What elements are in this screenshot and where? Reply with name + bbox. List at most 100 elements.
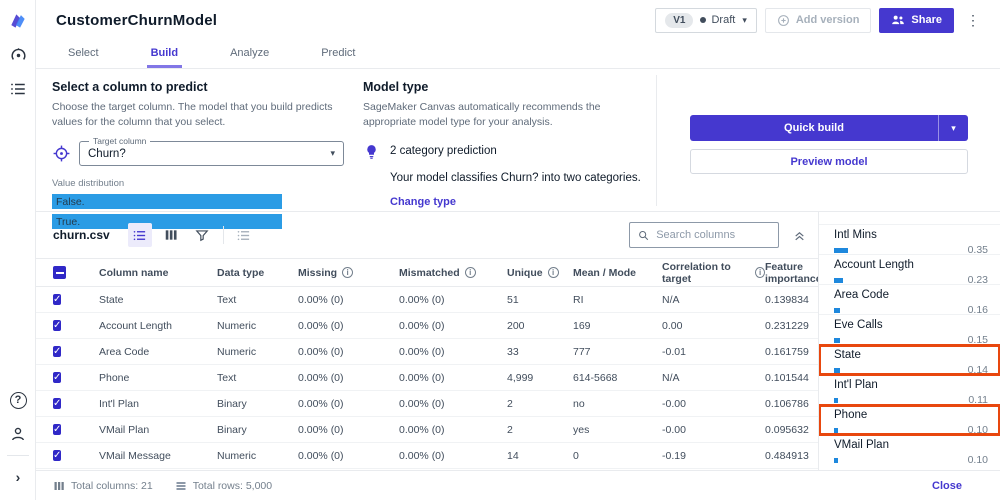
info-icon[interactable]: i	[342, 267, 354, 278]
info-icon[interactable]: i	[755, 267, 765, 278]
col-header-mismatched[interactable]: Mismatched i	[399, 267, 507, 279]
row-checkbox[interactable]: ✓	[53, 450, 62, 461]
select-all-checkbox[interactable]	[53, 266, 66, 279]
col-header-missing[interactable]: Missing i	[298, 267, 399, 279]
col-header-type[interactable]: Data type	[217, 267, 298, 279]
table-row[interactable]: ✓ Phone Text 0.00% (0) 0.00% (0) 4,999 614-566…	[36, 365, 818, 391]
target-crosshair-icon	[53, 146, 70, 162]
importance-value: 0.14	[967, 364, 988, 376]
importance-item[interactable]: Intl Mins 0.35	[819, 225, 1000, 256]
close-link[interactable]: Close	[932, 480, 962, 492]
cell-missing: 0.00% (0)	[298, 423, 344, 436]
search-icon	[639, 230, 649, 240]
cell-mean-mode: RI	[573, 293, 584, 306]
page-title: CustomerChurnModel	[56, 11, 218, 29]
target-panel-title: Select a column to predict	[52, 80, 208, 94]
col-header-importance[interactable]: Feature importance	[765, 261, 822, 285]
quick-build-caret-icon[interactable]: ▾	[938, 115, 968, 141]
search-columns-input[interactable]	[656, 229, 770, 241]
total-columns-status: Total columns: 21	[53, 480, 153, 492]
info-icon[interactable]: i	[547, 267, 559, 278]
tab-predict[interactable]: Predict	[317, 40, 359, 68]
importance-item[interactable]: VMail Plan 0.10	[819, 435, 1000, 466]
target-column-select[interactable]: Target column Churn? ▾	[79, 136, 344, 167]
account-icon[interactable]	[0, 417, 36, 451]
help-icon[interactable]: ?	[0, 383, 36, 417]
table-row[interactable]: ✓ VMail Plan Binary 0.00% (0) 0.00% (0) 2 yes -…	[36, 417, 818, 443]
cell-mean-mode: 777	[573, 345, 591, 358]
row-checkbox[interactable]: ✓	[53, 294, 62, 305]
table-row[interactable]: ✓ Area Code Numeric 0.00% (0) 0.00% (0) 33 777…	[36, 339, 818, 365]
importance-value: 0.10	[967, 454, 988, 466]
expand-rail-icon[interactable]: ›	[0, 460, 36, 494]
cell-correlation: N/A	[662, 293, 680, 306]
datasets-nav-icon[interactable]	[0, 72, 36, 106]
info-icon[interactable]: i	[464, 267, 476, 278]
search-columns-box[interactable]	[629, 222, 779, 248]
row-checkbox[interactable]: ✓	[53, 398, 62, 409]
collapse-panel-icon[interactable]	[793, 229, 806, 242]
version-selector[interactable]: V1 Draft ▾	[655, 7, 757, 33]
cell-column-name: Int'l Plan	[99, 397, 139, 410]
cell-missing: 0.00% (0)	[298, 449, 344, 462]
importance-value: 0.42	[968, 212, 988, 214]
importance-feature-name: VMail Plan	[834, 439, 889, 451]
tab-build[interactable]: Build	[146, 40, 183, 68]
importance-item[interactable]: Int'l Plan 0.11	[819, 375, 1000, 406]
cell-mean-mode: no	[573, 397, 585, 410]
cell-importance: 0.484913	[765, 449, 809, 462]
table-row[interactable]: ✓ VMail Message Numeric 0.00% (0) 0.00% (0) 1…	[36, 443, 818, 469]
tab-analyze[interactable]: Analyze	[226, 40, 273, 68]
importance-item[interactable]: State 0.14	[819, 344, 1000, 376]
share-button[interactable]: Share	[879, 7, 954, 33]
tab-select[interactable]: Select	[64, 40, 103, 68]
col-header-name[interactable]: Column name	[99, 267, 217, 279]
cell-importance: 0.231229	[765, 319, 809, 332]
cell-correlation: -0.19	[662, 449, 686, 462]
version-status: Draft	[700, 14, 735, 26]
chevron-down-icon: ▾	[330, 148, 335, 159]
importance-item[interactable]: Account Length 0.23	[819, 255, 1000, 286]
preview-model-button[interactable]: Preview model	[690, 149, 968, 174]
importance-feature-name: Account Length	[834, 259, 914, 271]
model-type-detail: Your model classifies Churn? into two ca…	[390, 172, 641, 185]
row-checkbox[interactable]: ✓	[53, 320, 62, 331]
change-type-link[interactable]: Change type	[390, 196, 456, 208]
importance-bar	[834, 367, 840, 373]
cell-mismatched: 0.00% (0)	[399, 371, 445, 384]
models-nav-icon[interactable]	[0, 38, 36, 72]
table-row[interactable]: ✓ Account Length Numeric 0.00% (0) 0.00% (0)…	[36, 313, 818, 339]
importance-item[interactable]: Area Code 0.16	[819, 285, 1000, 316]
cell-missing: 0.00% (0)	[298, 397, 344, 410]
col-header-mean-mode[interactable]: Mean / Mode	[573, 267, 662, 279]
target-column-value: Churn?	[88, 147, 126, 160]
importance-bar	[834, 247, 848, 253]
quick-build-button[interactable]: Quick build ▾	[690, 115, 968, 141]
row-checkbox[interactable]: ✓	[53, 424, 62, 435]
row-checkbox[interactable]: ✓	[53, 372, 62, 383]
left-nav-rail: ? ›	[0, 0, 36, 500]
cell-mismatched: 0.00% (0)	[399, 423, 445, 436]
col-header-correlation[interactable]: Correlation to target i	[662, 261, 765, 285]
more-options-icon[interactable]: ⋮	[962, 12, 984, 29]
cell-missing: 0.00% (0)	[298, 319, 344, 332]
recipe-list-icon[interactable]	[232, 223, 256, 247]
filter-icon[interactable]	[190, 223, 214, 247]
cell-importance: 0.139834	[765, 293, 809, 306]
toolbar-divider	[222, 226, 224, 244]
table-row[interactable]: ✓ State Text 0.00% (0) 0.00% (0) 51 RI N/A 0.139…	[36, 287, 818, 313]
chevron-down-icon: ▾	[742, 14, 747, 25]
importance-item[interactable]: 0.42	[819, 212, 1000, 225]
canvas-logo-icon[interactable]	[0, 4, 36, 38]
importance-bar	[834, 277, 843, 283]
importance-item[interactable]: Eve Calls 0.15	[819, 315, 1000, 346]
grid-view-icon[interactable]	[159, 223, 183, 247]
importance-item[interactable]: Phone 0.10	[819, 404, 1000, 436]
cell-column-name: Phone	[99, 371, 130, 384]
add-version-button[interactable]: Add version	[764, 7, 872, 33]
cell-importance: 0.106786	[765, 397, 809, 410]
row-checkbox[interactable]: ✓	[53, 346, 62, 357]
col-header-unique[interactable]: Unique i	[507, 267, 573, 279]
table-row[interactable]: ✓ Int'l Plan Binary 0.00% (0) 0.00% (0) 2 no -0…	[36, 391, 818, 417]
list-view-icon[interactable]	[127, 223, 152, 247]
